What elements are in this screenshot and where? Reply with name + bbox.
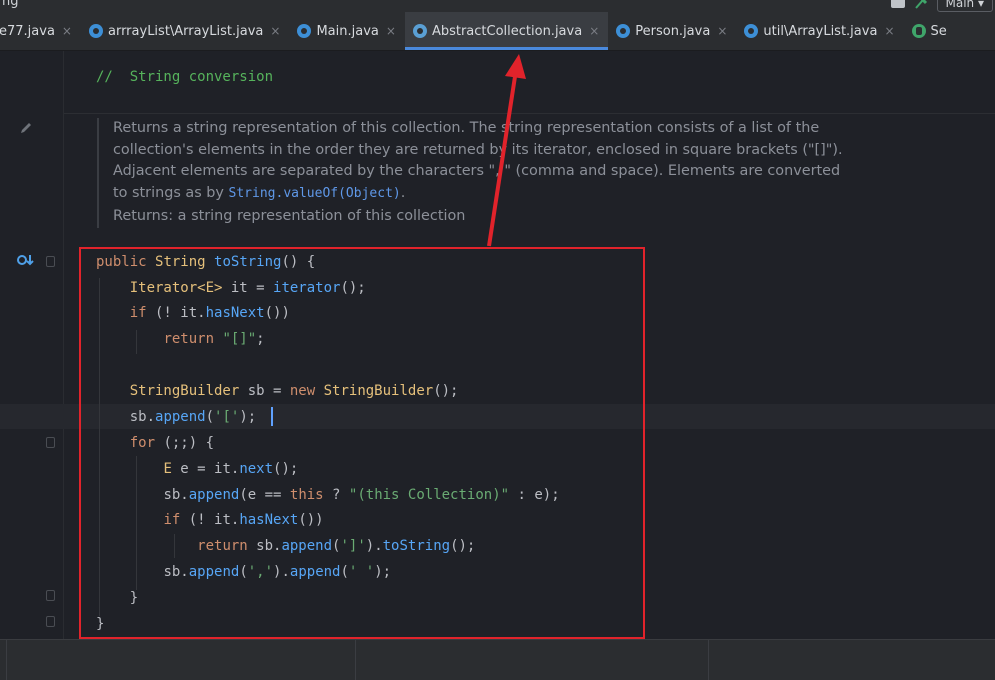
section-separator [64,113,995,114]
fold-icon[interactable] [46,256,55,267]
doc-line: collection's elements in the order they … [113,140,873,162]
class-icon [89,24,103,38]
fold-icon[interactable] [46,616,55,627]
doc-link-string-valueof[interactable]: String.valueOf(Object) [229,186,401,201]
hammer-icon[interactable] [913,0,929,9]
run-config-select[interactable]: Main ▾ [937,0,994,12]
doc-text: . [401,185,406,201]
doc-line: Returns a string representation of this … [113,118,873,140]
panel-divider [708,640,709,680]
tab-person-java[interactable]: Person.java × [608,12,736,50]
close-icon[interactable]: × [386,24,396,38]
tab-label: Person.java [635,24,710,39]
doc-text: to strings as by [113,185,229,201]
panel-divider [6,640,7,680]
tab-label: Main.java [316,24,378,39]
javadoc-rendered: Returns a string representation of this … [97,118,873,228]
title-bar: ng Main ▾ [0,0,995,12]
tab-se[interactable]: Se [904,12,956,50]
close-icon[interactable]: × [62,24,72,38]
tab-label: AbstractCollection.java [432,24,582,39]
panel-divider [355,640,356,680]
interface-icon [912,24,926,38]
tab-label: e77.java [0,24,55,39]
tab-label: Se [931,24,947,39]
pencil-icon[interactable] [19,121,33,135]
tab-main-java[interactable]: Main.java × [289,12,404,50]
class-icon [744,24,758,38]
close-icon[interactable]: × [717,24,727,38]
doc-line: Adjacent elements are separated by the c… [113,161,873,183]
window-title: ng [2,0,19,9]
close-icon[interactable]: × [884,24,894,38]
toolbar-right: Main ▾ [891,0,995,12]
bottom-panel-bar [0,639,995,680]
doc-returns: Returns: a string representation of this… [113,206,873,228]
tab-arrraylist-arraylist-java[interactable]: arrrayList\ArrayList.java × [81,12,289,50]
tab-e77-java[interactable]: e77.java × [0,12,81,50]
doc-line: to strings as by String.valueOf(Object). [113,183,873,205]
main-class-icon [297,24,311,38]
implements-method-icon[interactable] [17,253,35,267]
class-icon [616,24,630,38]
annotation-highlight-box [79,247,645,639]
editor-tab-bar: e77.java × arrrayList\ArrayList.java × M… [0,12,995,51]
run-config-label: Main [946,0,975,10]
close-icon[interactable]: × [589,24,599,38]
fold-icon[interactable] [46,437,55,448]
close-icon[interactable]: × [270,24,280,38]
user-icon[interactable] [891,0,905,8]
fold-icon[interactable] [46,590,55,601]
abstract-class-icon [413,24,427,38]
section-comment: // String conversion [96,64,273,90]
tab-util-arraylist-java[interactable]: util\ArrayList.java × [736,12,903,50]
tab-abstractcollection-java[interactable]: AbstractCollection.java × [405,12,608,50]
tab-label: util\ArrayList.java [763,24,877,39]
gutter-divider [63,51,64,639]
tab-label: arrrayList\ArrayList.java [108,24,263,39]
